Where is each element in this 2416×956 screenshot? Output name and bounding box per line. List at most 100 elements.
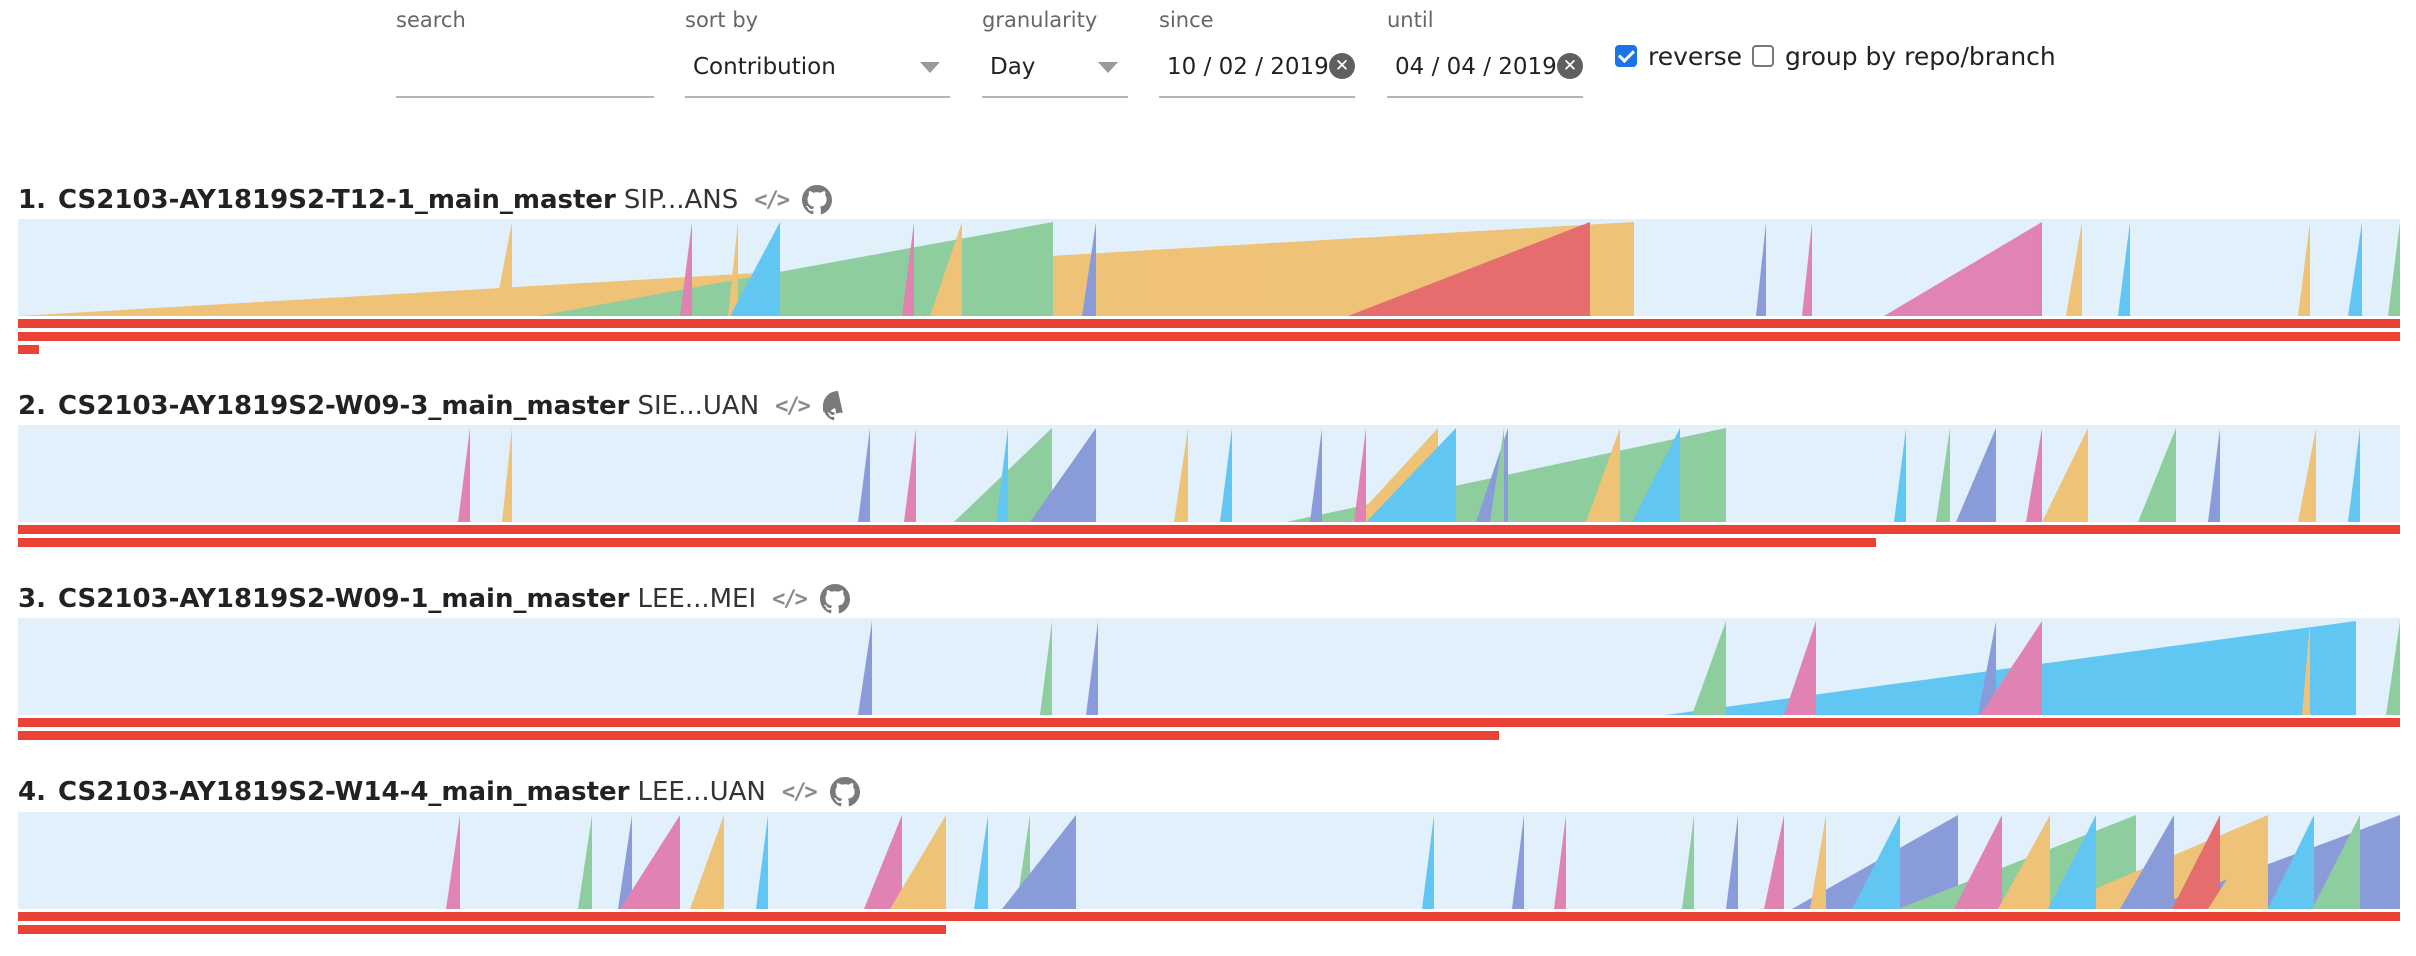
code-icon[interactable]: </> [775,394,811,419]
group-by-toggle[interactable]: group by repo/branch [1752,38,2056,74]
ramp-chart [18,219,2400,316]
ramp[interactable] [2298,428,2316,522]
ramp[interactable] [1682,815,1694,909]
ramp[interactable] [1894,428,1906,522]
ramp-chart-svg [18,222,2400,316]
reverse-label: reverse [1648,41,1742,71]
ramp[interactable] [2386,621,2400,715]
github-icon[interactable] [819,584,850,614]
ramp[interactable] [1726,815,1738,909]
contribution-bar [18,525,2400,534]
repo-name[interactable]: CS2103-AY1819S2-W09-1_main_master [58,584,630,614]
ramp[interactable] [1764,815,1784,909]
ramp[interactable] [2348,222,2362,316]
ramp[interactable] [1936,428,1950,522]
group-by-checkbox[interactable] [1752,45,1774,67]
ramp[interactable] [1354,428,1366,522]
ramp[interactable] [1810,815,1826,909]
contribution-bar [18,718,2400,727]
ramp-chart-svg [446,815,2400,909]
ramp[interactable] [1692,621,1726,715]
ramp[interactable] [2208,428,2220,522]
ramp[interactable] [1040,621,1052,715]
search-filter: search [396,0,654,100]
ramp[interactable] [1884,222,2042,316]
ramp[interactable] [1512,815,1524,909]
ramp[interactable] [2348,428,2360,522]
ramp[interactable] [1220,428,1232,522]
ramp[interactable] [1310,428,1322,522]
until-date-input[interactable]: 04 / 04 / 2019 ✕ [1387,50,1583,98]
ramp[interactable] [1998,815,2050,909]
caret-down-icon [920,62,940,73]
reverse-toggle[interactable]: reverse [1615,38,1742,74]
granularity-filter: granularity Day [982,0,1128,100]
github-icon[interactable] [801,185,832,215]
group-by-label: group by repo/branch [1785,41,2056,71]
ramp[interactable] [1756,222,1766,316]
contribution-bar [18,912,2400,921]
ramp[interactable] [1174,428,1188,522]
ramp[interactable] [858,428,870,522]
repo-rank: 3. [18,584,46,614]
repo-author: SIP...ANS [623,185,739,215]
search-input[interactable] [396,50,654,98]
ramp[interactable] [1554,815,1566,909]
repo-title: 2. CS2103-AY1819S2-W09-3_main_master SIE… [18,389,853,423]
ramp[interactable] [974,815,988,909]
ramp[interactable] [502,428,512,522]
ramp[interactable] [2066,222,2082,316]
ramp[interactable] [2138,428,2176,522]
until-label: until [1387,8,1434,32]
reverse-checkbox[interactable] [1615,45,1637,67]
ramp-chart [18,618,2400,715]
ramp[interactable] [756,815,768,909]
ramp-chart [18,812,2400,909]
ramp[interactable] [2118,222,2130,316]
ramp[interactable] [578,815,592,909]
ramp[interactable] [1002,815,1076,909]
contribution-bar [18,319,2400,328]
repo-author: LEE...MEI [637,584,757,614]
sort-by-filter: sort by Contribution [685,0,950,100]
ramp[interactable] [904,428,916,522]
granularity-select[interactable]: Day [982,50,1128,98]
repo-name[interactable]: CS2103-AY1819S2-T12-1_main_master [58,185,616,215]
ramp[interactable] [2026,428,2042,522]
contribution-bar [18,345,39,354]
clear-icon[interactable]: ✕ [1557,53,1583,79]
ramp[interactable] [1784,621,1816,715]
ramp[interactable] [1422,815,1434,909]
repo-title: 1. CS2103-AY1819S2-T12-1_main_master SIP… [18,183,832,217]
granularity-value: Day [990,54,1036,80]
ramp[interactable] [458,428,470,522]
ramp[interactable] [1802,222,1812,316]
sort-by-value: Contribution [693,54,836,80]
ramp[interactable] [690,815,724,909]
github-icon[interactable] [822,391,853,421]
repo-name[interactable]: CS2103-AY1819S2-W09-3_main_master [58,391,630,421]
ramp[interactable] [2042,428,2088,522]
ramp[interactable] [2298,222,2310,316]
clear-icon[interactable]: ✕ [1329,53,1355,79]
repo-rank: 4. [18,777,46,807]
github-icon[interactable] [829,777,860,807]
contribution-bar [18,332,2400,341]
ramp[interactable] [858,621,872,715]
code-icon[interactable]: </> [754,188,790,213]
ramp[interactable] [864,815,902,909]
since-label: since [1159,8,1214,32]
ramp[interactable] [494,222,512,316]
ramp[interactable] [1956,428,1996,522]
code-icon[interactable]: </> [782,780,818,805]
since-date-input[interactable]: 10 / 02 / 2019 ✕ [1159,50,1355,98]
repo-title: 4. CS2103-AY1819S2-W14-4_main_master LEE… [18,775,860,809]
ramp[interactable] [2388,222,2400,316]
ramp[interactable] [1086,621,1098,715]
code-icon[interactable]: </> [772,587,808,612]
sort-by-label: sort by [685,8,759,32]
since-filter: since 10 / 02 / 2019 ✕ [1159,0,1355,100]
ramp[interactable] [446,815,460,909]
repo-name[interactable]: CS2103-AY1819S2-W14-4_main_master [58,777,630,807]
sort-by-select[interactable]: Contribution [685,50,950,98]
